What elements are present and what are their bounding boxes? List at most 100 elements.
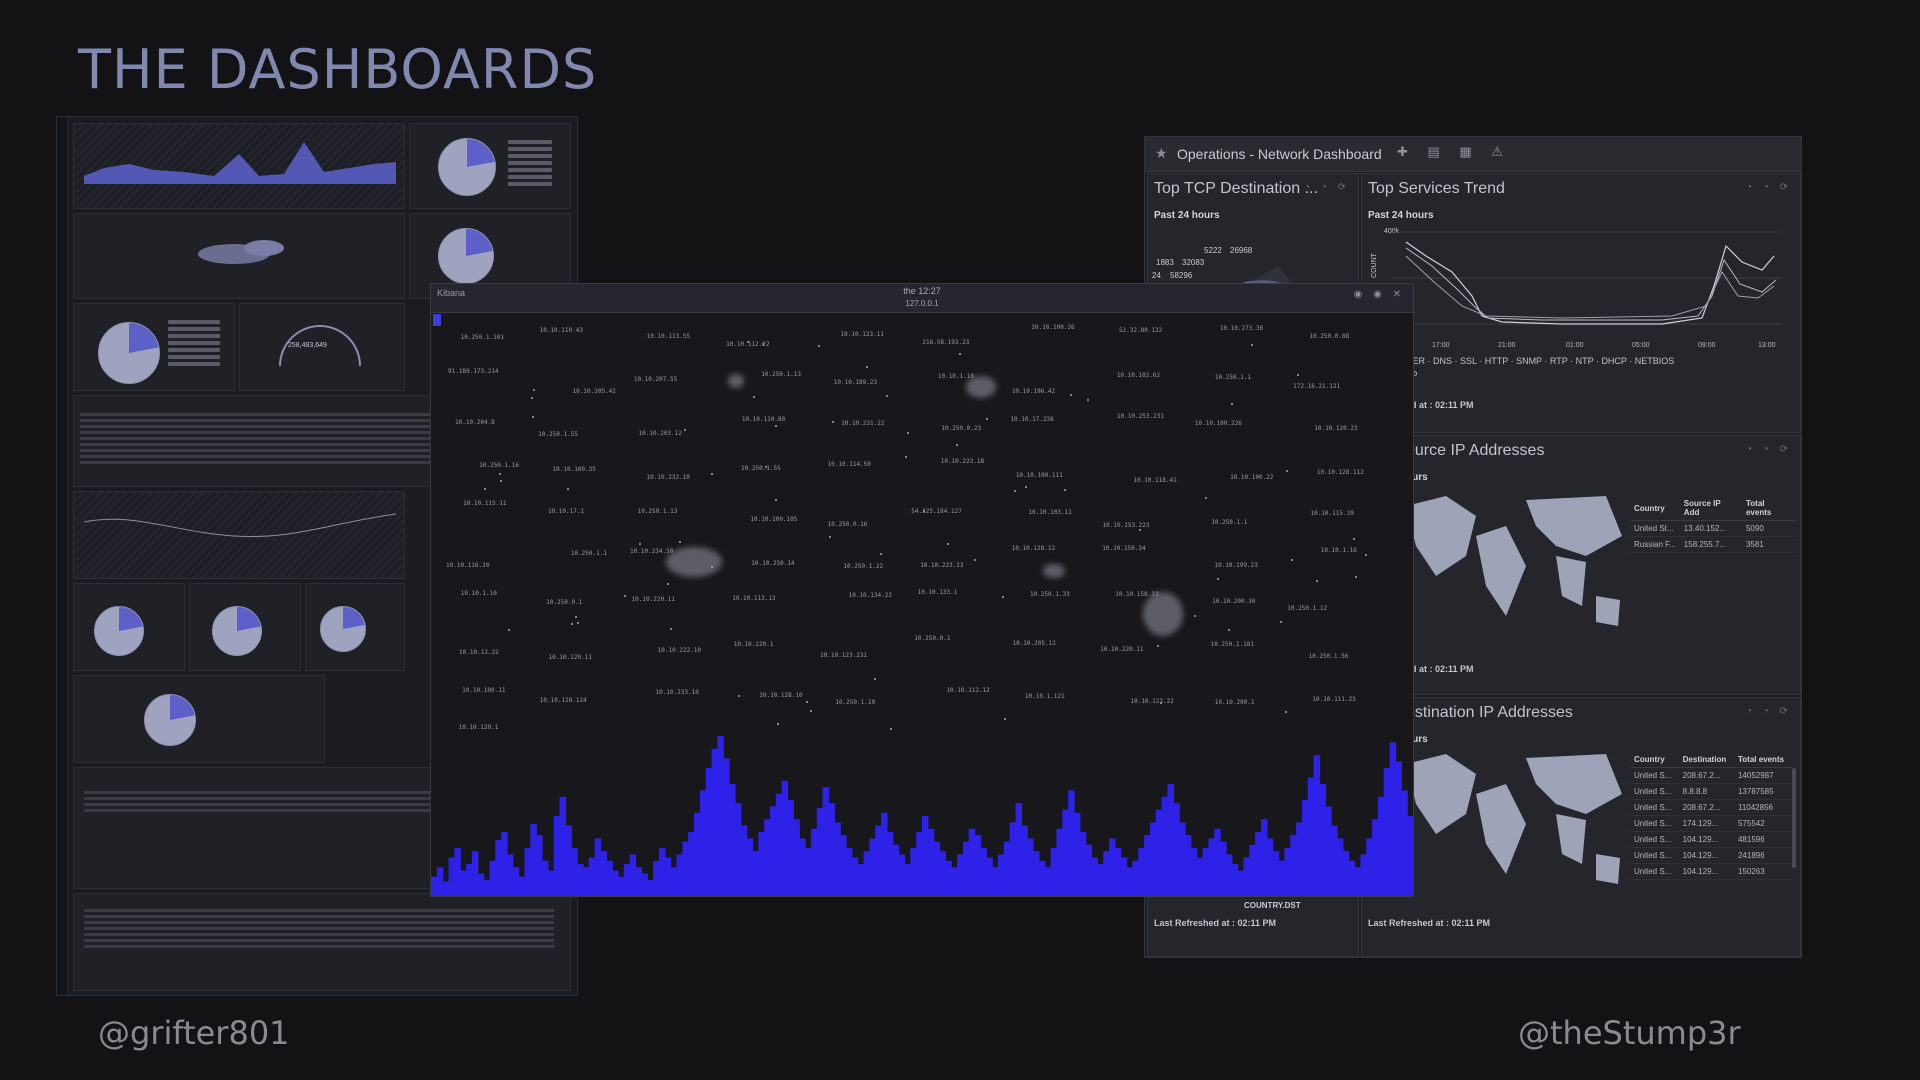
ip-node-label[interactable]: 10.10.150.34 [1102, 545, 1145, 552]
ip-node-label[interactable]: 10.10.205.12 [1012, 640, 1055, 647]
ip-node-label[interactable]: 10.10.123.11 [841, 331, 884, 338]
ip-node-label[interactable]: 10.10.115.11 [463, 500, 506, 507]
ip-node-label[interactable]: 10.10.232.10 [647, 474, 690, 481]
ip-node-label[interactable]: 10.10.100.226 [1195, 420, 1242, 427]
ip-node-label[interactable]: 10.250.1.55 [741, 465, 781, 472]
ip-node-point[interactable] [1014, 490, 1017, 493]
ip-node-point[interactable] [904, 455, 907, 458]
ip-node-point[interactable] [865, 366, 868, 369]
panel-controls-icons[interactable]: ◔ ◔ ⟳ [1746, 182, 1792, 193]
ip-node-label[interactable]: 10.250.0.1 [546, 599, 582, 606]
ip-node-label[interactable]: 10.10.120.23 [1314, 425, 1357, 432]
ip-node-point[interactable] [1284, 711, 1287, 714]
ip-node-label[interactable]: 10.10.134.22 [849, 592, 892, 599]
ip-node-label[interactable]: 10.10.128.10 [759, 692, 802, 699]
panel-controls-icons[interactable]: ◔ ◔ ⟳ [1746, 444, 1792, 455]
ip-node-label[interactable]: 10.10.118.41 [1133, 477, 1176, 484]
ip-node-point[interactable] [1064, 488, 1067, 491]
ip-node-label[interactable]: 10.250.1.1 [1211, 519, 1247, 526]
ip-node-label[interactable]: 10.250.0.16 [828, 521, 868, 528]
ip-node-point[interactable] [1227, 629, 1230, 632]
ip-node-label[interactable]: 10.10.116.20 [446, 562, 489, 569]
ip-node-point[interactable] [669, 627, 672, 630]
ip-node-point[interactable] [1231, 403, 1234, 406]
ip-node-point[interactable] [761, 343, 764, 345]
ip-node-label[interactable]: 10.10.120.1 [459, 724, 499, 731]
ip-node-label[interactable]: 10.10.199.23 [1214, 562, 1257, 569]
ip-node-point[interactable] [530, 397, 533, 400]
ip-node-label[interactable]: 10.10.189.23 [834, 379, 877, 386]
ip-node-point[interactable] [1087, 399, 1090, 402]
ip-node-point[interactable] [567, 488, 570, 491]
ip-node-point[interactable] [958, 353, 961, 356]
ip-node-label[interactable]: 10.250.1.101 [461, 334, 504, 341]
legend-item[interactable]: RTP [1550, 356, 1568, 366]
ip-node-label[interactable]: 10.10.223.18 [941, 458, 984, 465]
panel-controls-icons[interactable]: ◔ ◔ ⟳ [1746, 706, 1792, 717]
legend-item[interactable]: SSL [1460, 356, 1477, 366]
ip-node-label[interactable]: 10.10.12.22 [459, 649, 499, 656]
column-header[interactable]: Source IP Add [1679, 496, 1742, 521]
table-row[interactable]: United S... 208.67.2... 14052987 [1630, 767, 1792, 784]
ip-node-label[interactable]: 10.10.113.55 [647, 333, 690, 340]
ip-node-label[interactable]: 10.10.203.12 [639, 430, 682, 437]
ip-node-label[interactable]: 10.10.207.55 [634, 376, 677, 383]
legend-item[interactable]: SNMP [1516, 356, 1542, 366]
ip-node-label[interactable]: 10.10.231.22 [841, 420, 884, 427]
ip-node-label[interactable]: 10.10.111.23 [1312, 696, 1355, 703]
ip-node-label[interactable]: 10.250.1.56 [1309, 653, 1349, 660]
ip-node-point[interactable] [831, 421, 834, 424]
ip-node-label[interactable]: 10.10.123.231 [820, 652, 867, 659]
ip-node-label[interactable]: 10.10.128.124 [540, 697, 587, 704]
ip-node-point[interactable] [1316, 579, 1319, 582]
header-toolbar-icons[interactable]: ✚ ▤ ▦ ⚠ [1397, 144, 1511, 160]
ip-node-point[interactable] [1003, 717, 1006, 720]
ip-node-point[interactable] [986, 418, 989, 421]
ip-node-label[interactable]: 10.250.1.13 [761, 371, 801, 378]
ip-node-label[interactable]: 10.10.110.43 [540, 327, 583, 334]
table-row[interactable]: United S... 8.8.8.8 13787585 [1630, 783, 1792, 800]
ip-node-label[interactable]: 10.10.103.11 [1028, 509, 1071, 516]
ip-node-point[interactable] [679, 540, 682, 543]
ip-node-label[interactable]: 10.10.123.22 [1130, 698, 1173, 705]
ip-node-label[interactable]: 10.10.205.42 [573, 388, 616, 395]
ip-node-point[interactable] [532, 388, 535, 391]
ip-node-point[interactable] [817, 344, 820, 347]
ip-node-point[interactable] [1139, 528, 1142, 531]
ip-node-label[interactable]: 10.10.102.62 [1117, 372, 1160, 379]
ip-node-label[interactable]: 10.10.133.1 [918, 589, 958, 596]
ip-node-label[interactable]: 10.10.110.80 [742, 416, 785, 423]
ip-node-point[interactable] [1365, 553, 1368, 556]
ip-node-point[interactable] [873, 677, 876, 680]
ip-node-label[interactable]: 10.10.253.231 [1117, 413, 1164, 420]
ip-node-point[interactable] [752, 395, 755, 398]
favorite-star-icon[interactable]: ★ [1155, 145, 1168, 162]
ip-node-point[interactable] [764, 466, 767, 469]
ip-node-point[interactable] [1070, 393, 1073, 396]
ip-node-label[interactable]: 10.250.1.181 [1211, 641, 1254, 648]
table-row[interactable]: United S... 104.129... 481596 [1630, 831, 1792, 848]
column-header[interactable]: Country [1630, 752, 1679, 768]
column-header[interactable]: Total events [1741, 496, 1796, 521]
ip-node-point[interactable] [1251, 343, 1253, 346]
legend-item[interactable]: DNS [1433, 356, 1452, 366]
legend-item[interactable]: NTP [1576, 356, 1594, 366]
ip-node-point[interactable] [906, 432, 909, 435]
ip-node-point[interactable] [1354, 575, 1357, 578]
ip-node-label[interactable]: 10.10.200.1 [1215, 699, 1255, 706]
ip-node-label[interactable]: 10.10.234.50 [630, 548, 673, 555]
window-controls-icons[interactable]: ◉ ◉ ✕ [1354, 289, 1405, 300]
ip-node-label[interactable]: 10.250.0.88 [1309, 333, 1349, 340]
table-row[interactable]: United S... 104.129... 241896 [1630, 847, 1792, 864]
ip-node-label[interactable]: 10.10.220.1 [734, 641, 774, 648]
ip-node-point[interactable] [1297, 373, 1300, 376]
ip-node-label[interactable]: 10.10.100.111 [1016, 472, 1063, 479]
ip-node-label[interactable]: 10.10.1.121 [1025, 693, 1065, 700]
ip-node-point[interactable] [576, 621, 579, 624]
ip-node-point[interactable] [1193, 615, 1196, 618]
ip-node-point[interactable] [499, 479, 502, 482]
ip-node-point[interactable] [738, 695, 741, 698]
ip-node-point[interactable] [1280, 620, 1283, 623]
ip-node-label[interactable]: 172.16.21.121 [1293, 383, 1340, 390]
table-row[interactable]: United S... 208.67.2... 11042856 [1630, 799, 1792, 816]
